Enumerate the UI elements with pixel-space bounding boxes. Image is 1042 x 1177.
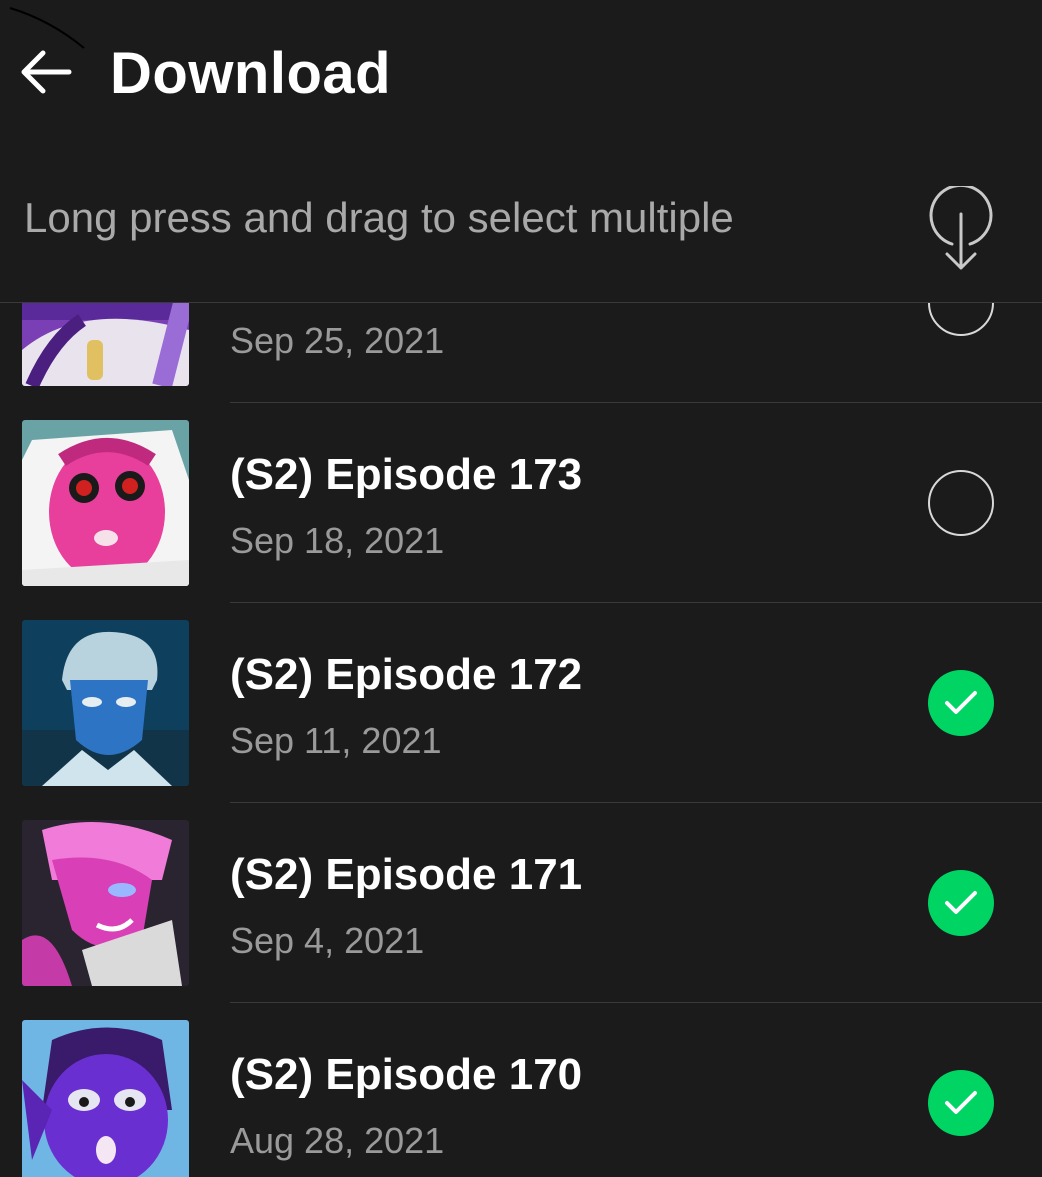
episode-thumbnail — [22, 820, 189, 986]
checkmark-icon — [945, 1091, 977, 1114]
select-checkbox-checked[interactable] — [928, 670, 994, 736]
episode-date: Sep 4, 2021 — [230, 920, 425, 961]
checkmark-icon — [945, 891, 977, 914]
episode-title: (S2) Episode 173 — [230, 450, 583, 499]
episode-thumbnail — [22, 1020, 189, 1177]
episode-title: (S2) Episode 172 — [230, 650, 583, 699]
episode-date: Sep 18, 2021 — [230, 520, 445, 561]
list-item[interactable]: (S2) Episode 173 Sep 18, 2021 — [0, 403, 1042, 603]
checkmark-icon — [945, 691, 977, 714]
episode-date: Sep 25, 2021 — [230, 320, 445, 361]
episode-thumbnail — [22, 420, 189, 586]
list-item[interactable]: Sep 25, 2021 — [0, 303, 1042, 403]
page-title: Download — [110, 41, 392, 106]
episode-title: (S2) Episode 170 — [230, 1050, 583, 1099]
episode-list: Sep 25, 2021 (S2) Episode 173 Sep 18, 20… — [0, 303, 1042, 1177]
episode-date: Aug 28, 2021 — [230, 1120, 445, 1161]
hint-text: Long press and drag to select multiple — [24, 194, 734, 241]
select-checkbox-checked[interactable] — [928, 870, 994, 936]
back-button[interactable] — [18, 44, 74, 100]
list-item[interactable]: (S2) Episode 171 Sep 4, 2021 — [0, 803, 1042, 1003]
episode-title: (S2) Episode 171 — [230, 850, 583, 899]
list-item[interactable]: (S2) Episode 170 Aug 28, 2021 — [0, 1003, 1042, 1177]
episode-thumbnail — [22, 620, 189, 786]
download-icon — [929, 183, 993, 270]
download-all-button[interactable] — [925, 183, 997, 276]
select-checkbox-checked[interactable] — [928, 1070, 994, 1136]
select-checkbox[interactable] — [928, 470, 994, 536]
episode-thumbnail — [22, 303, 189, 386]
episode-date: Sep 11, 2021 — [230, 720, 442, 761]
list-item[interactable]: (S2) Episode 172 Sep 11, 2021 — [0, 603, 1042, 803]
back-arrow-icon — [21, 50, 72, 94]
header: Download — [0, 0, 1042, 150]
select-checkbox[interactable] — [928, 303, 994, 336]
